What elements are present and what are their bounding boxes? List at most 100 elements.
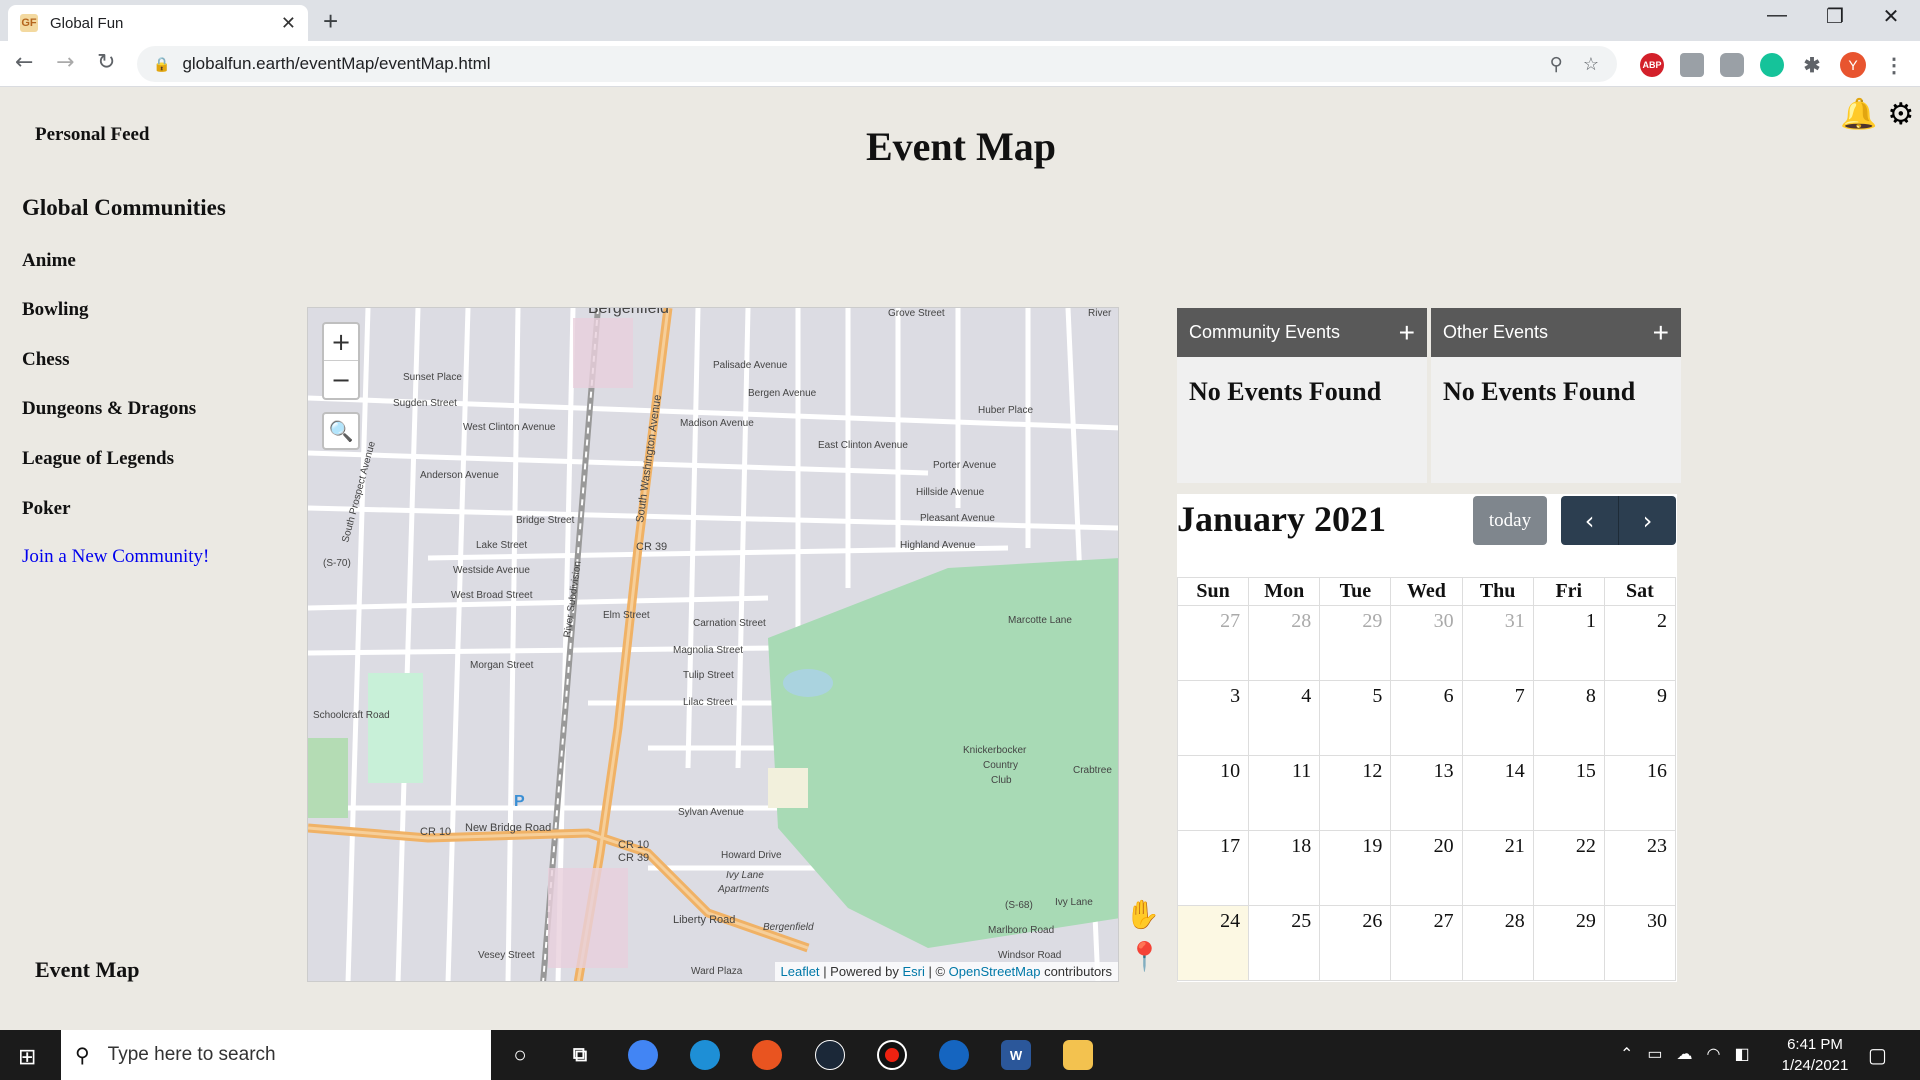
osm-link[interactable]: OpenStreetMap	[949, 964, 1041, 979]
extension-icon[interactable]	[1680, 53, 1704, 77]
url-input[interactable]: 🔒 globalfun.earth/eventMap/eventMap.html…	[137, 46, 1617, 82]
tray-chevron-icon[interactable]: ⌃	[1620, 1044, 1633, 1064]
chrome-icon[interactable]	[628, 1040, 658, 1070]
today-button[interactable]: today	[1473, 496, 1547, 545]
calendar-day[interactable]: 28	[1461, 905, 1534, 981]
settings-app-icon[interactable]	[939, 1040, 969, 1070]
back-icon[interactable]: ←	[15, 50, 33, 75]
extensions-puzzle-icon[interactable]: ✱	[1800, 53, 1824, 77]
calendar-next-icon[interactable]: ›	[1619, 496, 1676, 545]
steam-icon[interactable]	[815, 1040, 845, 1070]
close-tab-icon[interactable]: ✕	[281, 13, 296, 34]
calendar-day[interactable]: 22	[1532, 830, 1605, 906]
community-link-anime[interactable]: Anime	[22, 250, 76, 272]
calendar-day[interactable]: 30	[1390, 605, 1463, 681]
calendar-day[interactable]: 20	[1390, 830, 1463, 906]
browser-menu-icon[interactable]: ⋮	[1882, 53, 1906, 77]
battery-icon[interactable]: ▭	[1647, 1044, 1662, 1064]
community-link-bowling[interactable]: Bowling	[22, 299, 89, 321]
calendar-day[interactable]: 8	[1532, 680, 1605, 756]
minimize-icon[interactable]: —	[1748, 4, 1806, 27]
volume-icon[interactable]: ◧	[1735, 1044, 1750, 1064]
community-link-lol[interactable]: League of Legends	[22, 448, 174, 470]
community-link-poker[interactable]: Poker	[22, 498, 71, 520]
calendar-day[interactable]: 27	[1176, 605, 1250, 681]
add-other-event-icon[interactable]: +	[1653, 317, 1669, 349]
calendar-day[interactable]: 12	[1319, 755, 1392, 831]
community-link-dnd[interactable]: Dungeons & Dragons	[22, 398, 196, 420]
calendar-day[interactable]: 11	[1248, 755, 1321, 831]
onedrive-icon[interactable]: ☁	[1677, 1044, 1693, 1064]
edge-icon[interactable]	[690, 1040, 720, 1070]
calendar-day[interactable]: 18	[1248, 830, 1321, 906]
taskbar-clock[interactable]: 6:41 PM 1/24/2021	[1770, 1034, 1860, 1076]
cortana-icon[interactable]: ○	[505, 1040, 535, 1070]
wifi-icon[interactable]: ◠	[1707, 1044, 1721, 1064]
calendar-day[interactable]: 16	[1603, 755, 1677, 831]
task-view-icon[interactable]: ⧉	[565, 1040, 595, 1070]
calendar-day[interactable]: 26	[1319, 905, 1392, 981]
adblock-extension-icon[interactable]: ABP	[1640, 53, 1664, 77]
settings-gear-icon[interactable]: ⚙	[1887, 97, 1914, 132]
leaflet-link[interactable]: Leaflet	[781, 964, 820, 979]
map-label-carnation: Carnation Street	[693, 618, 766, 629]
calendar-prev-icon[interactable]: ‹	[1561, 496, 1619, 545]
location-icon[interactable]: ⚲	[1550, 54, 1563, 75]
calendar-day[interactable]: 5	[1319, 680, 1392, 756]
calendar-day[interactable]: 21	[1461, 830, 1534, 906]
forward-icon[interactable]: →	[56, 50, 74, 75]
calendar-day[interactable]: 9	[1603, 680, 1677, 756]
zoom-out-button[interactable]: −	[324, 361, 358, 398]
calendar-day[interactable]: 10	[1176, 755, 1250, 831]
word-icon[interactable]: W	[1001, 1040, 1031, 1070]
calendar-day[interactable]: 7	[1461, 680, 1534, 756]
calendar-day[interactable]: 30	[1603, 905, 1677, 981]
esri-link[interactable]: Esri	[902, 964, 924, 979]
windows-start-icon[interactable]: ⊞	[18, 1044, 36, 1070]
add-community-event-icon[interactable]: +	[1399, 317, 1415, 349]
calendar-day[interactable]: 2	[1603, 605, 1677, 681]
calendar-day[interactable]: 19	[1319, 830, 1392, 906]
community-link-chess[interactable]: Chess	[22, 349, 70, 371]
calendar-day[interactable]: 17	[1176, 830, 1250, 906]
calendar-day[interactable]: 3	[1176, 680, 1250, 756]
map-search-icon[interactable]: 🔍	[322, 412, 360, 450]
zoom-in-button[interactable]: +	[324, 324, 358, 361]
calendar-day[interactable]: 13	[1390, 755, 1463, 831]
screen-capture-extension-icon[interactable]	[1720, 53, 1744, 77]
pan-hand-icon[interactable]: ✋	[1125, 898, 1160, 932]
profile-avatar[interactable]: Y	[1840, 52, 1866, 78]
new-tab-button[interactable]: +	[323, 6, 338, 37]
restore-icon[interactable]: ❐	[1806, 4, 1864, 29]
calendar-day[interactable]: 29	[1532, 905, 1605, 981]
bookmark-star-icon[interactable]: ☆	[1583, 54, 1599, 75]
calendar-day[interactable]: 15	[1532, 755, 1605, 831]
ubuntu-icon[interactable]	[752, 1040, 782, 1070]
grammarly-extension-icon[interactable]	[1760, 53, 1784, 77]
notification-bell-icon[interactable]: 🔔	[1840, 97, 1877, 132]
calendar-day[interactable]: 24	[1176, 905, 1250, 981]
calendar-day[interactable]: 28	[1248, 605, 1321, 681]
browser-tab[interactable]: GF Global Fun ✕	[8, 5, 308, 41]
calendar-day[interactable]: 29	[1319, 605, 1392, 681]
reload-icon[interactable]: ↻	[97, 50, 115, 75]
calendar-day[interactable]: 31	[1461, 605, 1534, 681]
action-center-icon[interactable]: ▢	[1868, 1043, 1887, 1068]
close-window-icon[interactable]: ✕	[1862, 4, 1920, 29]
file-explorer-icon[interactable]	[1063, 1040, 1093, 1070]
taskbar-search-input[interactable]: ⚲ Type here to search	[61, 1030, 491, 1080]
record-icon[interactable]	[877, 1040, 907, 1070]
calendar-day[interactable]: 6	[1390, 680, 1463, 756]
calendar-day[interactable]: 27	[1390, 905, 1463, 981]
event-map[interactable]: Bergenfield Grove Street River Sunset Pl…	[307, 307, 1119, 982]
calendar-day[interactable]: 4	[1248, 680, 1321, 756]
calendar-day[interactable]: 23	[1603, 830, 1677, 906]
map-marker-icon[interactable]: 📍	[1127, 940, 1162, 974]
calendar-day[interactable]: 14	[1461, 755, 1534, 831]
calendar-day[interactable]: 25	[1248, 905, 1321, 981]
personal-feed-link[interactable]: Personal Feed	[35, 124, 150, 146]
event-map-link[interactable]: Event Map	[35, 957, 140, 983]
join-community-link[interactable]: Join a New Community!	[22, 546, 209, 568]
calendar-day[interactable]: 1	[1532, 605, 1605, 681]
community-events-title: Community Events	[1189, 322, 1341, 342]
